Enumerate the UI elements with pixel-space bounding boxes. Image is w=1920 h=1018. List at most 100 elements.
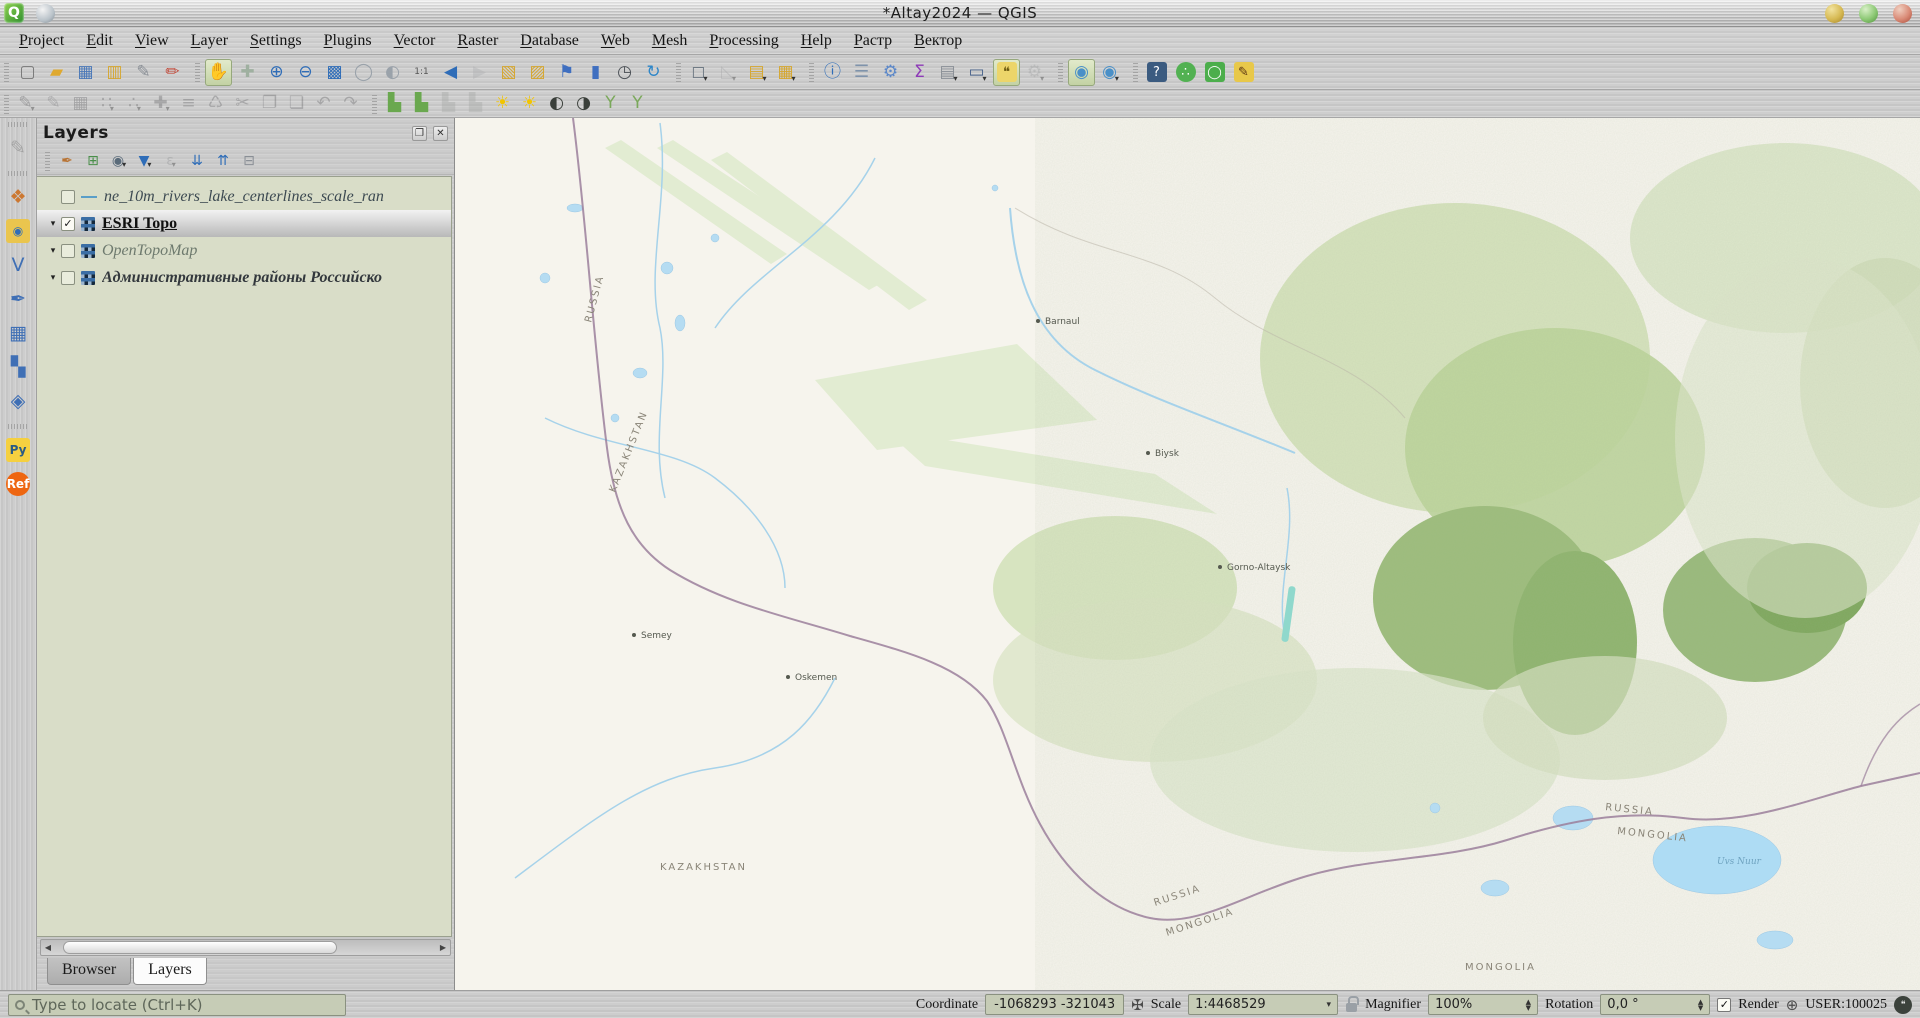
select-by-form-dropdown-arrow[interactable]: ▾: [763, 74, 767, 86]
refresh-map-button[interactable]: ↻: [640, 59, 667, 86]
zoom-out-button[interactable]: ⊖: [292, 59, 319, 86]
toggle-editing-dropdown-arrow[interactable]: ▾: [31, 104, 35, 116]
ref-functions-plugin-button[interactable]: Ref: [3, 469, 33, 499]
temporal-controller-button[interactable]: ◷: [611, 59, 638, 86]
maximize-button[interactable]: [1859, 4, 1878, 23]
menu-web[interactable]: Web: [590, 30, 641, 52]
callout-tool-button[interactable]: Y: [598, 92, 623, 116]
lock-scale-icon[interactable]: [1345, 996, 1360, 1013]
layer-row[interactable]: ▾ OpenTopoMap: [37, 237, 451, 264]
expand-all-button[interactable]: ⇊: [185, 150, 209, 172]
render-checkbox[interactable]: ✓: [1717, 997, 1732, 1012]
show-hide-labels-button[interactable]: ☀: [517, 92, 542, 116]
coordinate-input[interactable]: -1068293 -321043: [985, 994, 1125, 1015]
add-spatialite-layer-button[interactable]: ✒: [3, 284, 33, 314]
add-virtual-layer-button[interactable]: ◈: [3, 386, 33, 416]
extents-icon[interactable]: ✠: [1131, 996, 1144, 1014]
measure-line-dropdown-arrow[interactable]: ▾: [983, 74, 987, 86]
pan-to-selection-button[interactable]: ✚: [234, 59, 261, 86]
menu-plugins[interactable]: Plugins: [313, 30, 383, 52]
zoom-to-layer-button[interactable]: ▧: [495, 59, 522, 86]
scroll-right-icon[interactable]: ▶: [436, 943, 450, 952]
collapse-all-button[interactable]: ⇈: [211, 150, 235, 172]
remove-layer-button[interactable]: ⊟: [237, 150, 261, 172]
processing-toolbox-button[interactable]: ⚙: [877, 59, 904, 86]
open-data-source-manager-button[interactable]: ❖: [3, 182, 33, 212]
zoom-last-button[interactable]: ◀: [437, 59, 464, 86]
minimize-button[interactable]: [1825, 4, 1844, 23]
float-panel-icon[interactable]: ❐: [412, 125, 427, 141]
python-console-button[interactable]: Py: [3, 435, 33, 465]
menu-project[interactable]: Project: [8, 30, 75, 52]
save-project-button[interactable]: ▦: [72, 59, 99, 86]
new-project-button[interactable]: ▢: [14, 59, 41, 86]
menu-processing[interactable]: Processing: [698, 30, 789, 52]
manage-map-themes-dropdown-arrow[interactable]: ▾: [122, 160, 126, 172]
menu-layer[interactable]: Layer: [180, 30, 239, 52]
run-feature-action-dropdown-arrow[interactable]: ▾: [1040, 74, 1044, 86]
zoom-to-selection-button[interactable]: ▨: [524, 59, 551, 86]
new-print-layout-button[interactable]: ▥: [101, 59, 128, 86]
layer-row[interactable]: ne_10m_rivers_lake_centerlines_scale_ran: [37, 183, 451, 210]
vertex-tool-current-dropdown-arrow[interactable]: ▾: [137, 104, 141, 116]
highlight-pinned-labels-button[interactable]: ☀: [490, 92, 515, 116]
rotate-label-button[interactable]: ◑: [571, 92, 596, 116]
menu-view[interactable]: View: [124, 30, 180, 52]
layer-expander-icon[interactable]: ▾: [45, 273, 61, 283]
layer-visibility-checkbox[interactable]: [61, 189, 75, 204]
callout-tool-alt-button[interactable]: Y: [625, 92, 650, 116]
scroll-left-icon[interactable]: ◀: [41, 943, 55, 952]
layer-row[interactable]: ▾ Административные районы Российско: [37, 264, 451, 291]
close-panel-icon[interactable]: ✕: [433, 125, 448, 141]
add-mesh-layer-button[interactable]: ▦: [3, 318, 33, 348]
magnifier-spinbox[interactable]: 100% ▲ ▼: [1428, 994, 1539, 1015]
layers-horizontal-scrollbar[interactable]: ◀ ▶: [40, 939, 451, 956]
crs-globe-icon[interactable]: ⊕: [1786, 996, 1799, 1014]
new-spatial-bookmark-button[interactable]: ⚑: [553, 59, 580, 86]
web-globe-secondary-dropdown-arrow[interactable]: ▾: [1115, 74, 1119, 86]
scrollbar-thumb[interactable]: [62, 941, 337, 954]
add-raster-layer-button[interactable]: ▚: [3, 352, 33, 382]
select-by-value-button[interactable]: ▦ ▾: [773, 59, 800, 86]
layer-visibility-checkbox[interactable]: [61, 243, 75, 258]
zoom-1-1-button[interactable]: 1:1: [408, 59, 435, 86]
layer-expander-icon[interactable]: ▾: [45, 219, 61, 229]
manage-map-themes-button[interactable]: ◉ ▾: [107, 150, 131, 172]
show-sum-button[interactable]: Σ: [906, 59, 933, 86]
menu-vector[interactable]: Vector: [383, 30, 447, 52]
statistical-summary-button[interactable]: ☰: [848, 59, 875, 86]
messages-icon[interactable]: ❝: [1894, 995, 1912, 1014]
web-globe-secondary-button[interactable]: ◉ ▾: [1097, 59, 1124, 86]
vertex-tool-active-dropdown-arrow[interactable]: ▾: [166, 104, 170, 116]
pin-unpin-labels-button[interactable]: ◐: [544, 92, 569, 116]
open-project-button[interactable]: ▰: [43, 59, 70, 86]
add-wms-layer-button[interactable]: ◉: [3, 216, 33, 246]
open-attribute-table-dropdown-arrow[interactable]: ▾: [954, 74, 958, 86]
close-button[interactable]: [1893, 4, 1912, 23]
rotation-spinbox[interactable]: 0,0 ° ▲ ▼: [1600, 994, 1711, 1015]
help-contents-button[interactable]: ?: [1143, 59, 1170, 86]
osm-editor-button[interactable]: ✎: [1230, 59, 1257, 86]
open-layer-styling-button[interactable]: ✒: [55, 150, 79, 172]
select-by-form-button[interactable]: ▤ ▾: [744, 59, 771, 86]
menu-raster[interactable]: Raster: [446, 30, 509, 52]
select-by-value-dropdown-arrow[interactable]: ▾: [792, 74, 796, 86]
quickmapservices-button[interactable]: ◯: [1201, 59, 1228, 86]
map-tips-button[interactable]: ❝: [993, 58, 1020, 86]
zoom-full-extent-button[interactable]: ▩: [321, 59, 348, 86]
spin-arrows-icon[interactable]: ▲ ▼: [1526, 998, 1531, 1011]
open-attribute-table-button[interactable]: ▤ ▾: [935, 59, 962, 86]
layer-visibility-checkbox[interactable]: [61, 270, 75, 285]
menu-mesh[interactable]: Mesh: [641, 30, 699, 52]
filter-legend-dropdown-arrow[interactable]: ▾: [147, 160, 151, 172]
map-canvas[interactable]: RUSSIA KAZAKHSTAN KAZAKHSTAN RUSSIA MONGOLIA…: [455, 118, 1920, 990]
share-plugin-button[interactable]: ∴: [1172, 59, 1199, 86]
vertex-tool-all-dropdown-arrow[interactable]: ▾: [110, 104, 114, 116]
filter-legend-button[interactable]: ▼ ▾: [133, 150, 157, 172]
menu-settings[interactable]: Settings: [239, 30, 313, 52]
style-manager-button[interactable]: ✏: [159, 59, 186, 86]
tab-layers[interactable]: Layers: [133, 958, 207, 985]
identify-features-button[interactable]: ⓘ: [819, 59, 846, 86]
zoom-in-button[interactable]: ⊕: [263, 59, 290, 86]
zoom-to-native-button[interactable]: ◯: [350, 59, 377, 86]
